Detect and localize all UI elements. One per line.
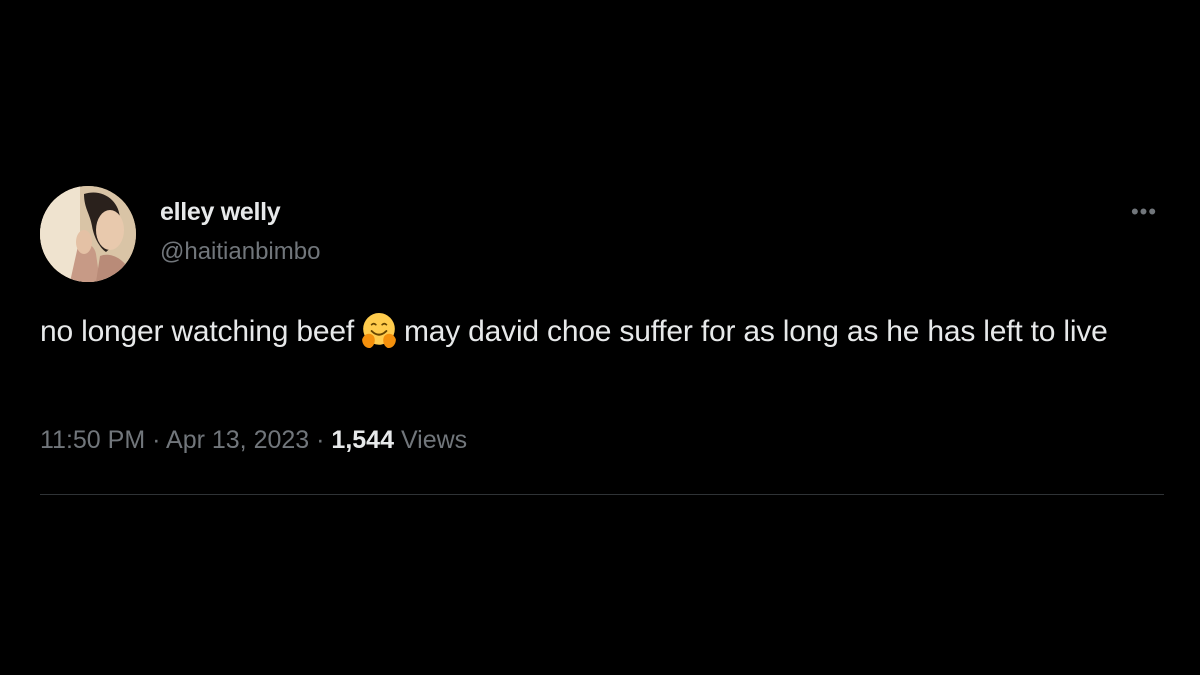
views-count: 1,544 — [331, 426, 394, 454]
tweet-meta: 11:50 PM · Apr 13, 2023 · 1,544 Views — [40, 426, 467, 455]
tweet-date[interactable]: Apr 13, 2023 — [166, 426, 309, 454]
hugging-face-emoji — [362, 313, 396, 349]
avatar-photo-icon — [40, 186, 136, 282]
display-name[interactable]: elley welly — [160, 198, 281, 227]
avatar[interactable] — [40, 186, 136, 282]
user-handle[interactable]: @haitianbimbo — [160, 238, 320, 266]
tweet-time[interactable]: 11:50 PM — [40, 426, 145, 454]
divider — [40, 494, 1164, 495]
tweet-text-part-1: no longer watching beef — [40, 315, 354, 348]
meta-separator: · — [316, 426, 325, 454]
tweet-text: no longer watching beef may david choe s… — [40, 312, 1150, 351]
more-horizontal-icon: ••• — [1130, 199, 1158, 224]
views-label: Views — [400, 426, 468, 454]
tweet-text-part-2: may david choe suffer for as long as he … — [403, 315, 1108, 348]
meta-separator: · — [152, 426, 161, 454]
more-options-button[interactable]: ••• — [1124, 198, 1164, 226]
